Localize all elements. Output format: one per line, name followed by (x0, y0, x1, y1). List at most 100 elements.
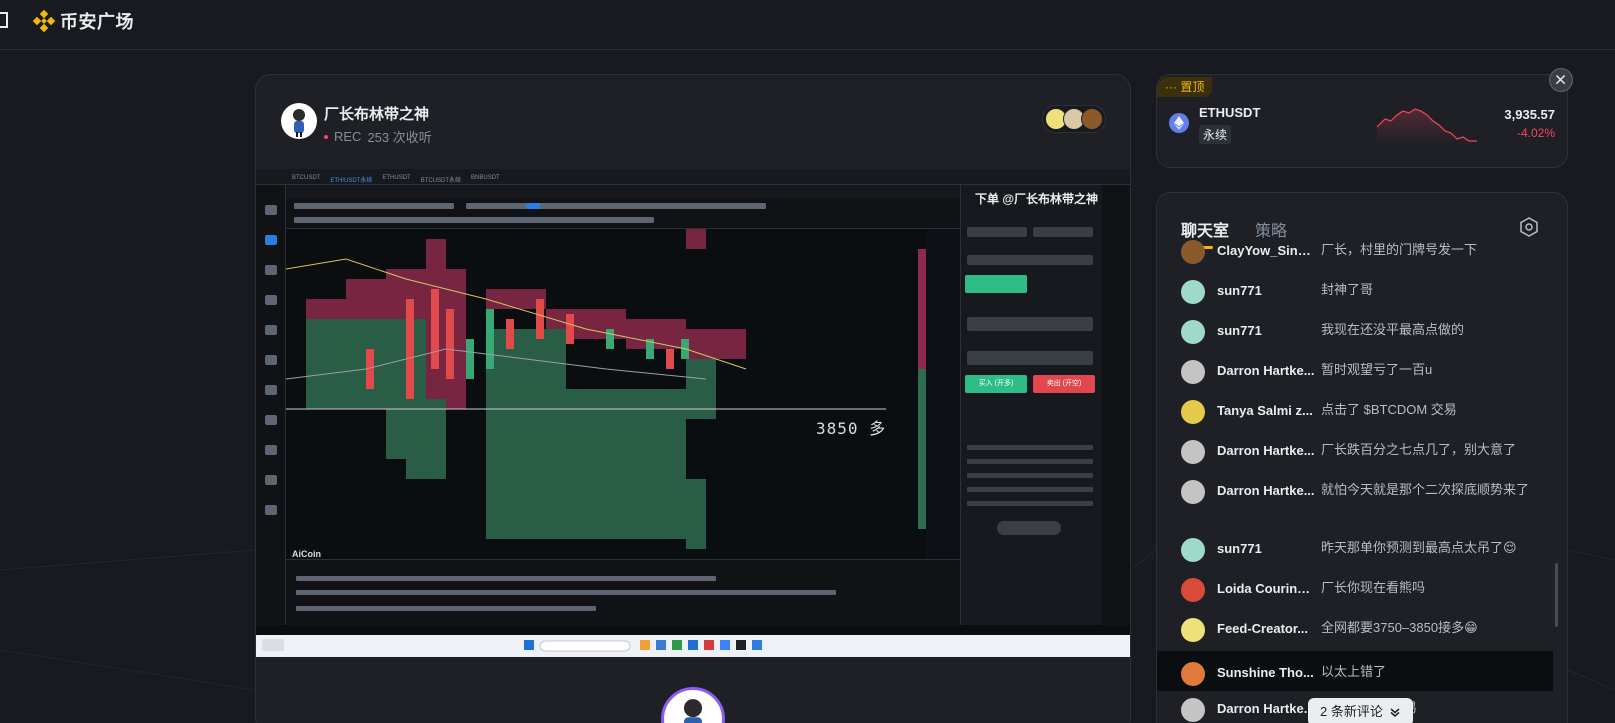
shared-tabs: BTCUSDT ETH/USDT永续 ETHUSDT BTCUSDT永续 BNB… (292, 175, 500, 184)
message-text: 厂长跌百分之七点几了，别大意了 (1321, 442, 1517, 457)
message-text: 全网都要3750–3850接多😁 (1321, 620, 1478, 635)
order-panel-title: 下单 @厂长布林带之神 (975, 192, 1099, 206)
more-dots-icon: ··· (1165, 80, 1181, 94)
message-text: 厂长，村里的门牌号发一下 (1321, 242, 1478, 257)
new-messages-button[interactable]: 2 条新评论 (1308, 698, 1413, 723)
hexagon-settings-icon[interactable] (1519, 217, 1539, 237)
avatar[interactable] (1181, 320, 1205, 344)
message-author[interactable]: Darron Hartke... (1217, 363, 1315, 378)
speaker-avatar[interactable] (661, 687, 725, 723)
message-text: 昨天那单你预测到最高点太吊了😌 (1321, 540, 1517, 555)
message-text: 厂长你现在看熊吗 (1321, 580, 1426, 595)
message-text: 我现在还没平最高点做的 (1321, 322, 1465, 337)
aicoin-watermark: AiCoin (292, 549, 321, 559)
tab-strategy[interactable]: 策略 (1255, 217, 1287, 241)
avatar[interactable] (1181, 662, 1205, 686)
avatar[interactable] (1181, 618, 1205, 642)
avatar[interactable] (1181, 360, 1205, 384)
shared-tab: ETH/USDT永续 (330, 178, 373, 184)
host-avatar[interactable] (281, 103, 317, 139)
chevron-down-icon (1390, 708, 1400, 717)
pinned-label: 置顶 (1180, 80, 1205, 94)
shared-ticker-strip (286, 185, 960, 199)
message-text: 暂时观望亏了一百u (1321, 362, 1433, 377)
list-item: Sunshine Tho... 以太上错了 (1157, 651, 1553, 691)
room-meta: REC 253 次收听 (324, 127, 432, 146)
new-messages-label: 2 条新评论 (1320, 704, 1383, 719)
shared-left-toolbar (256, 185, 286, 625)
avatar[interactable] (1181, 440, 1205, 464)
shared-tab: BTCUSDT (292, 175, 321, 181)
message-text: 封神了哥 (1321, 282, 1374, 297)
message-author[interactable]: Darron Hartke... (1217, 443, 1315, 458)
message-author[interactable]: Loida Couring... (1217, 581, 1315, 596)
list-item: Darron Hartke... 厂长跌百分之七点几了，别大意了 (1157, 440, 1553, 464)
shared-tab: BTCUSDT永续 (420, 178, 462, 184)
listen-count: 253 次收听 (367, 130, 432, 145)
message-text: 就怕今天就是那个二次探底顺势来了 (1321, 482, 1530, 497)
message-author[interactable]: sun771 (1217, 283, 1315, 298)
brand-name: 币安广场 (60, 12, 134, 32)
avatar[interactable] (1181, 538, 1205, 562)
windows-taskbar (256, 635, 1130, 657)
shared-app-titlebar: BTCUSDT ETH/USDT永续 ETHUSDT BTCUSDT永续 BNB… (256, 169, 1130, 185)
price-chart[interactable]: 3850 多 (285, 229, 960, 559)
binance-logo-icon (32, 9, 56, 33)
close-icon (1556, 75, 1565, 84)
ticker-price: 3,935.57 (1504, 107, 1555, 122)
chat-message-list[interactable]: ClayYow_Sing... 厂长，村里的门牌号发一下 sun771 封神了哥… (1157, 239, 1567, 723)
list-item: Loida Couring... 厂长你现在看熊吗 (1157, 578, 1553, 602)
list-item: Feed-Creator... 全网都要3750–3850接多😁 (1157, 618, 1553, 642)
message-author[interactable]: sun771 (1217, 323, 1315, 338)
message-author[interactable]: Darron Hartke... (1217, 483, 1315, 498)
host-name[interactable]: 厂长布林带之神 (324, 103, 429, 124)
list-item: Tanya Salmi z... 点击了 $BTCDOM 交易 (1157, 400, 1553, 424)
message-text: 点击了 $BTCDOM 交易 (1321, 402, 1457, 417)
list-item: sun771 我现在还没平最高点做的 (1157, 320, 1553, 344)
message-author[interactable]: Feed-Creator... (1217, 621, 1315, 636)
chat-tabs: 聊天室 策略 (1181, 217, 1287, 249)
message-author[interactable]: ClayYow_Sing... (1217, 243, 1315, 258)
list-item: Darron Hartke... 就怕今天就是那个二次探底顺势来了 (1157, 480, 1553, 504)
rec-dot-icon (324, 134, 328, 139)
shared-bottom-bar (286, 559, 960, 625)
ticker-change: -4.02% (1516, 126, 1555, 140)
rec-status: REC (334, 129, 362, 144)
shared-tab: ETHUSDT (382, 175, 411, 181)
list-item: sun771 昨天那单你预测到最高点太吊了😌 (1157, 538, 1553, 562)
order-panel: 下单 @厂长布林带之神 买入 (开多) 卖出 (开空) (960, 185, 1102, 625)
avatar[interactable] (1181, 698, 1205, 722)
live-room-card: 厂长布林带之神 REC 253 次收听 BTCUSDT ETH/USDT永续 E… (255, 74, 1131, 723)
screen-share[interactable]: BTCUSDT ETH/USDT永续 ETHUSDT BTCUSDT永续 BNB… (256, 169, 1130, 657)
avatar (1081, 108, 1103, 130)
chart-annotation: 3850 多 (816, 419, 887, 438)
avatar[interactable] (1181, 578, 1205, 602)
shared-chart-toolbar (286, 199, 960, 229)
avatar[interactable] (1181, 280, 1205, 304)
shared-right-icons (1102, 185, 1130, 625)
avatar[interactable] (1181, 240, 1205, 264)
price-sparkline (1377, 108, 1477, 145)
avatar[interactable] (1181, 480, 1205, 504)
pinned-ticker-card[interactable]: ··· 置顶 ETHUSDT 永续 3,935.57 -4.02% (1156, 74, 1568, 168)
message-text: 以太上错了 (1321, 664, 1387, 679)
close-pinned-button[interactable] (1549, 68, 1573, 92)
ethereum-icon (1169, 113, 1189, 133)
message-author[interactable]: Sunshine Tho... (1217, 665, 1315, 680)
message-author[interactable]: Darron Hartke... (1217, 701, 1315, 716)
avatar[interactable] (1181, 400, 1205, 424)
brand[interactable]: 币安广场 (32, 8, 134, 34)
listener-avatars[interactable] (1042, 105, 1106, 133)
message-author[interactable]: Tanya Salmi z... (1217, 403, 1315, 418)
list-item: ClayYow_Sing... 厂长，村里的门牌号发一下 (1157, 240, 1553, 264)
message-author[interactable]: sun771 (1217, 541, 1315, 556)
tab-chatroom[interactable]: 聊天室 (1181, 217, 1229, 249)
list-item: Darron Hartke... 暂时观望亏了一百u (1157, 360, 1553, 384)
top-bar: 币安广场 (0, 0, 1615, 50)
contract-type-badge: 永续 (1199, 125, 1232, 144)
pinned-badge: ··· 置顶 (1157, 77, 1213, 97)
chat-panel: 聊天室 策略 ClayYow_Sing... 厂长，村里的门牌号发一下 sun7… (1156, 192, 1568, 723)
chat-scrollbar[interactable] (1555, 563, 1558, 627)
home-icon[interactable] (0, 12, 8, 28)
ticker-symbol: ETHUSDT (1199, 105, 1261, 120)
